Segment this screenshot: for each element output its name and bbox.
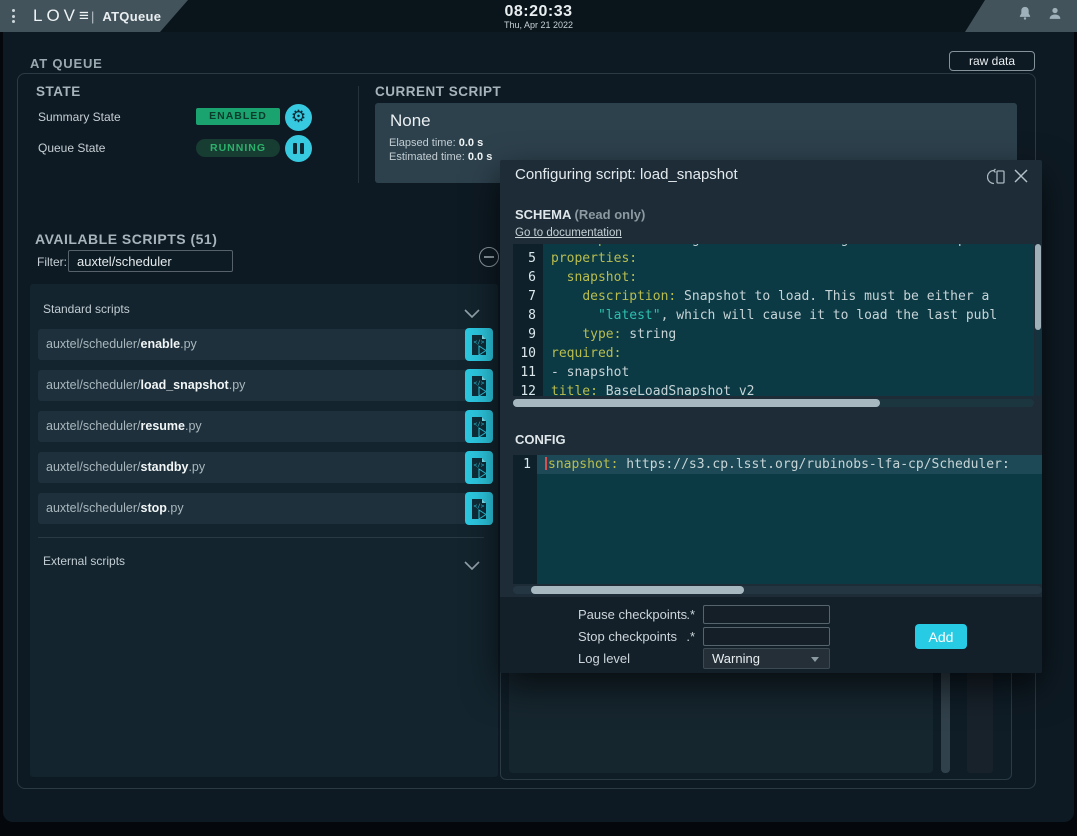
text-cursor	[545, 457, 547, 470]
collapse-minus-icon[interactable]	[479, 247, 499, 267]
script-file-icon: </>	[471, 335, 487, 355]
app-title: ATQueue	[102, 9, 161, 24]
filter-label: Filter:	[37, 255, 67, 269]
config-gutter	[513, 455, 537, 584]
svg-text:</>: </>	[474, 503, 485, 510]
code-line: 9 type: string	[513, 325, 1034, 344]
summary-state-label: Summary State	[38, 110, 121, 124]
script-row[interactable]: auxtel/scheduler/enable.py </>	[38, 329, 484, 360]
svg-text:</>: </>	[474, 421, 485, 428]
scripts-divider	[38, 537, 484, 538]
log-level-label: Log level	[578, 651, 630, 666]
standard-scripts-header[interactable]: Standard scripts	[30, 296, 498, 324]
page-title: AT QUEUE	[30, 56, 103, 71]
close-button[interactable]	[1014, 169, 1028, 186]
svg-text:</>: </>	[474, 339, 485, 346]
schema-editor[interactable]: 4description: Configuration for loading …	[513, 244, 1034, 396]
code-line: 8 "latest", which will cause it to load …	[513, 306, 1034, 325]
dialog-form: Pause checkpoints .* Stop checkpoints .*…	[500, 597, 1042, 673]
script-file-icon: </>	[471, 458, 487, 478]
screen: LOV≡ | ATQueue 08:20:33 Thu, Apr 21 2022…	[0, 0, 1077, 836]
script-file-icon: </>	[471, 376, 487, 396]
topbar-right-plate	[962, 0, 1077, 32]
config-hscrollbar[interactable]	[513, 586, 1042, 594]
config-title: CONFIG	[515, 432, 566, 447]
code-line: 6 snapshot:	[513, 268, 1034, 287]
filter-input[interactable]	[68, 250, 233, 272]
available-scripts-title: AVAILABLE SCRIPTS (51)	[35, 231, 217, 247]
schema-readonly-label: (Read only)	[574, 207, 645, 222]
rotate-panel-icon	[987, 168, 1007, 186]
rotate-panel-button[interactable]	[987, 168, 1007, 189]
notifications-bell-icon[interactable]	[1017, 5, 1033, 27]
code-line: 7 description: Snapshot to load. This mu…	[513, 287, 1034, 306]
stop-checkpoints-suffix: .*	[673, 629, 695, 644]
dialog-title: Configuring script: load_snapshot	[515, 166, 738, 183]
config-editor[interactable]: 1 snapshot: https://s3.cp.lsst.org/rubin…	[513, 455, 1042, 584]
pause-checkpoints-label: Pause checkpoints	[578, 607, 687, 622]
launch-script-button[interactable]: </>	[465, 369, 493, 402]
schema-vscrollbar[interactable]	[1035, 244, 1041, 396]
schema-title: SCHEMA (Read only)	[515, 207, 645, 222]
script-row[interactable]: auxtel/scheduler/standby.py </>	[38, 452, 484, 483]
top-bar: LOV≡ | ATQueue 08:20:33 Thu, Apr 21 2022	[0, 0, 1077, 32]
estimated-time: Estimated time: 0.0 s	[389, 151, 492, 163]
user-icon[interactable]	[1047, 5, 1063, 27]
close-icon	[1014, 169, 1028, 183]
stop-checkpoints-label: Stop checkpoints	[578, 629, 677, 644]
gear-icon: ⚙	[291, 104, 306, 131]
kebab-menu-icon[interactable]	[12, 9, 15, 23]
state-divider	[358, 86, 359, 183]
launch-script-button[interactable]: </>	[465, 410, 493, 443]
chevron-down-icon	[464, 305, 480, 323]
queue-pause-button[interactable]	[285, 135, 312, 162]
code-line: 5properties:	[513, 249, 1034, 268]
raw-data-button[interactable]: raw data	[949, 51, 1035, 71]
script-row[interactable]: auxtel/scheduler/resume.py </>	[38, 411, 484, 442]
summary-state-badge: ENABLED	[196, 108, 280, 125]
state-title: STATE	[36, 84, 81, 99]
topbar-left-plate: LOV≡ | ATQueue	[0, 0, 200, 32]
svg-text:</>: </>	[474, 380, 485, 387]
svg-text:</>: </>	[474, 462, 485, 469]
scripts-panel: Standard scripts auxtel/scheduler/enable…	[30, 284, 498, 777]
dropdown-caret-icon	[811, 657, 819, 662]
script-file-icon: </>	[471, 499, 487, 519]
pause-icon	[293, 143, 304, 154]
script-row[interactable]: auxtel/scheduler/stop.py </>	[38, 493, 484, 524]
code-line: 11- snapshot	[513, 363, 1034, 382]
love-logo: LOV≡	[33, 6, 89, 26]
queue-state-badge: RUNNING	[196, 139, 280, 157]
elapsed-time: Elapsed time: 0.0 s	[389, 137, 483, 149]
logo-divider: |	[91, 9, 94, 24]
chevron-down-icon	[464, 557, 480, 575]
log-level-select[interactable]: Warning	[703, 648, 830, 669]
schema-hscrollbar[interactable]	[513, 399, 1034, 407]
code-line: 10required:	[513, 344, 1034, 363]
code-line: 1 snapshot: https://s3.cp.lsst.org/rubin…	[513, 455, 1042, 474]
pause-checkpoints-input[interactable]	[703, 605, 830, 624]
stop-checkpoints-input[interactable]	[703, 627, 830, 646]
queue-state-label: Queue State	[38, 141, 105, 155]
current-script-name: None	[390, 111, 431, 131]
summary-state-gear-button[interactable]: ⚙	[285, 104, 312, 131]
external-scripts-label: External scripts	[43, 554, 125, 568]
script-file-icon: </>	[471, 417, 487, 437]
current-script-title: CURRENT SCRIPT	[375, 84, 501, 99]
pause-checkpoints-suffix: .*	[673, 607, 695, 622]
launch-script-button[interactable]: </>	[465, 328, 493, 361]
add-button[interactable]: Add	[915, 624, 967, 649]
launch-script-button[interactable]: </>	[465, 451, 493, 484]
launch-script-button[interactable]: </>	[465, 492, 493, 525]
documentation-link[interactable]: Go to documentation	[515, 227, 622, 239]
config-script-dialog: Configuring script: load_snapshot SCHEMA…	[500, 160, 1042, 673]
external-scripts-header[interactable]: External scripts	[30, 548, 498, 576]
standard-scripts-label: Standard scripts	[43, 302, 130, 316]
code-line: 12title: BaseLoadSnapshot v2	[513, 382, 1034, 396]
script-row[interactable]: auxtel/scheduler/load_snapshot.py </>	[38, 370, 484, 401]
